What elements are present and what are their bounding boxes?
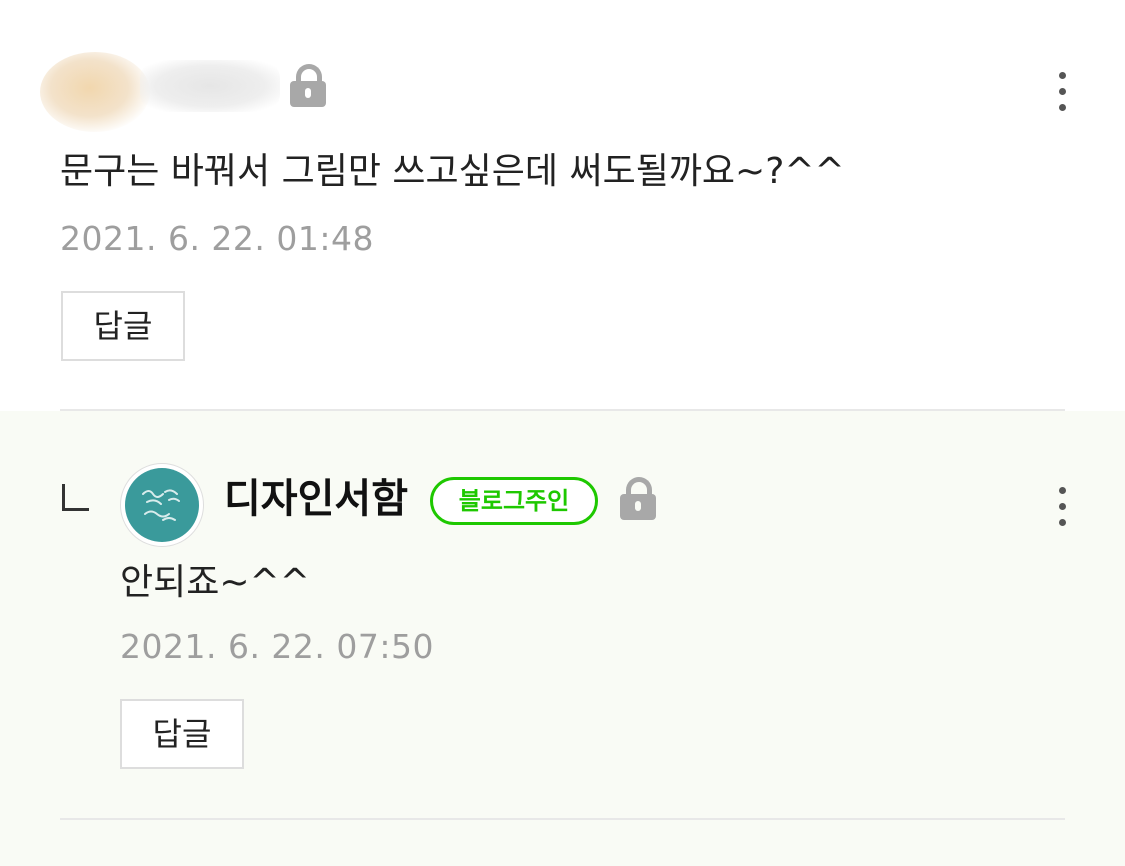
comment-item: 문구는 바꿔서 그림만 쓰고싶은데 써도될까요~?^^ 2021. 6. 22.… [0,0,1125,411]
divider [60,818,1065,820]
avatar [40,52,150,132]
comment-date: 2021. 6. 22. 01:48 [60,219,375,258]
author-name[interactable]: 디자인서함 [224,479,408,519]
comment-date: 2021. 6. 22. 07:50 [120,627,435,666]
avatar[interactable] [120,463,204,547]
blog-owner-badge: 블로그주인 [430,477,598,525]
more-options-button[interactable] [1052,485,1072,529]
lock-icon [620,477,656,521]
reply-comment-item: 디자인서함 블로그주인 안되죠~^^ 2021. 6. 22. 07:50 답글 [0,411,1125,866]
lock-icon [290,64,326,108]
comment-text: 안되죠~^^ [120,562,310,603]
reply-arrow-icon [62,484,89,511]
more-options-button[interactable] [1052,70,1072,114]
author-name-blurred [140,60,280,112]
reply-button[interactable]: 답글 [120,699,244,769]
comment-text: 문구는 바꿔서 그림만 쓰고싶은데 써도될까요~?^^ [60,151,845,192]
reply-button[interactable]: 답글 [61,291,185,361]
blurred-author-info [30,44,280,136]
